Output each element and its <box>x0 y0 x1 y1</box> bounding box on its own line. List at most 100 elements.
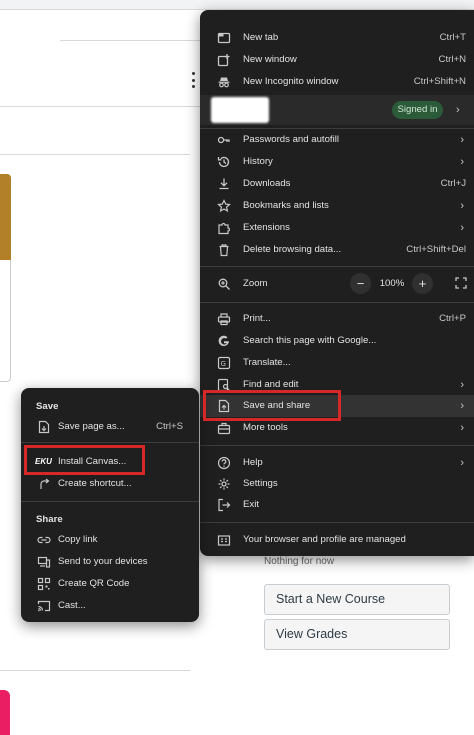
more-options-icon[interactable] <box>190 72 196 88</box>
menu-item-label: New window <box>243 54 297 65</box>
exit-icon <box>217 498 231 512</box>
shortcut-icon <box>37 477 51 491</box>
menu-item-label: Your browser and profile are managed <box>243 534 406 545</box>
zoom-icon <box>217 277 231 291</box>
shortcut-text: Ctrl+T <box>439 32 466 43</box>
menu-item-label: Exit <box>243 499 259 510</box>
menu-item-label: Create QR Code <box>58 578 130 589</box>
menu-item-history[interactable]: History › <box>200 151 474 173</box>
menu-item-save-and-share[interactable]: Save and share › <box>200 395 474 417</box>
zoom-out-button[interactable]: − <box>350 273 371 294</box>
shortcut-text: Ctrl+J <box>440 178 466 189</box>
shortcut-text: Ctrl+P <box>439 313 466 324</box>
new-tab-icon <box>217 31 231 45</box>
chevron-right-icon: › <box>460 222 464 234</box>
submenu-item-save-page[interactable]: Save page as... Ctrl+S <box>21 416 199 438</box>
chevron-right-icon: › <box>460 200 464 212</box>
menu-item-label: Copy link <box>58 534 98 545</box>
menu-item-passwords[interactable]: Passwords and autofill › <box>200 129 474 151</box>
menu-item-more-tools[interactable]: More tools › <box>200 417 474 439</box>
menu-item-label: Create shortcut... <box>58 478 132 489</box>
course-card-color <box>0 690 10 735</box>
menu-item-label: Save page as... <box>58 421 125 432</box>
chevron-right-icon: › <box>460 156 464 168</box>
submenu-item-install-canvas[interactable]: EKU Install Canvas... <box>21 451 199 473</box>
menu-item-new-window[interactable]: New window Ctrl+N <box>200 49 474 71</box>
menu-item-exit[interactable]: Exit <box>200 494 474 516</box>
menu-item-extensions[interactable]: Extensions › <box>200 217 474 239</box>
menu-item-bookmarks[interactable]: Bookmarks and lists › <box>200 195 474 217</box>
section-heading-save: Save <box>36 401 59 412</box>
print-icon <box>217 312 231 326</box>
chevron-right-icon: › <box>456 104 460 116</box>
menu-item-label: Settings <box>243 478 278 489</box>
menu-item-delete-browsing-data[interactable]: Delete browsing data... Ctrl+Shift+Del <box>200 239 474 261</box>
shortcut-text: Ctrl+Shift+Del <box>406 244 466 255</box>
download-icon <box>217 177 231 191</box>
new-window-icon <box>217 53 231 67</box>
key-icon <box>217 133 231 147</box>
menu-item-help[interactable]: Help › <box>200 452 474 474</box>
translate-icon: G <box>217 356 231 370</box>
menu-item-label: Passwords and autofill <box>243 134 339 145</box>
menu-item-label: Bookmarks and lists <box>243 200 329 211</box>
menu-item-label: Install Canvas... <box>58 456 127 467</box>
chevron-right-icon: › <box>460 400 464 412</box>
menu-item-label: New Incognito window <box>243 76 339 87</box>
zoom-level: 100% <box>379 278 405 289</box>
save-share-icon <box>217 399 231 413</box>
send-devices-icon <box>37 555 51 569</box>
menu-item-label: History <box>243 156 273 167</box>
divider <box>0 154 190 155</box>
signed-in-badge: Signed in <box>392 101 443 119</box>
nothing-for-now-text: Nothing for now <box>264 556 335 567</box>
submenu-item-qr-code[interactable]: Create QR Code <box>21 573 199 595</box>
save-and-share-submenu: Save Save page as... Ctrl+S EKU Install … <box>21 388 199 622</box>
menu-item-label: Delete browsing data... <box>243 244 342 255</box>
start-new-course-button[interactable]: Start a New Course <box>264 584 450 615</box>
submenu-item-copy-link[interactable]: Copy link <box>21 529 199 551</box>
menu-item-search-google[interactable]: Search this page with Google... <box>200 330 474 352</box>
browser-top-strip <box>0 0 474 10</box>
trash-icon <box>217 243 231 257</box>
menu-item-label: Find and edit <box>243 379 299 390</box>
menu-item-find-edit[interactable]: Find and edit › <box>200 374 474 396</box>
submenu-item-create-shortcut[interactable]: Create shortcut... <box>21 473 199 495</box>
menu-separator <box>200 522 474 523</box>
menu-item-new-tab[interactable]: New tab Ctrl+T <box>200 27 474 49</box>
menu-item-settings[interactable]: Settings <box>200 473 474 495</box>
menu-separator <box>200 302 474 303</box>
chevron-right-icon: › <box>460 422 464 434</box>
menu-item-managed[interactable]: Your browser and profile are managed <box>200 529 474 551</box>
course-card-color <box>0 174 11 260</box>
chrome-main-menu-body: Passwords and autofill › History › Downl… <box>200 125 474 556</box>
menu-item-label: Help <box>243 457 263 468</box>
fullscreen-icon[interactable] <box>455 277 467 289</box>
incognito-icon <box>217 75 231 89</box>
menu-item-translate[interactable]: G Translate... <box>200 352 474 374</box>
divider <box>0 670 190 671</box>
menu-item-label: More tools <box>243 422 288 433</box>
save-page-icon <box>37 420 51 434</box>
chevron-right-icon: › <box>460 379 464 391</box>
menu-item-label: Downloads <box>243 178 291 189</box>
shortcut-text: Ctrl+Shift+N <box>413 76 466 87</box>
menu-item-label: New tab <box>243 32 279 43</box>
menu-item-print[interactable]: Print... Ctrl+P <box>200 308 474 330</box>
chevron-right-icon: › <box>460 457 464 469</box>
view-grades-button[interactable]: View Grades <box>264 619 450 650</box>
menu-item-new-incognito[interactable]: New Incognito window Ctrl+Shift+N <box>200 71 474 93</box>
menu-item-downloads[interactable]: Downloads Ctrl+J <box>200 173 474 195</box>
menu-separator <box>200 266 474 267</box>
avatar <box>211 97 269 123</box>
menu-item-label: Extensions <box>243 222 290 233</box>
settings-icon <box>217 477 231 491</box>
menu-item-label: Cast... <box>58 600 86 611</box>
menu-separator <box>200 445 474 446</box>
menu-item-label: Save and share <box>243 400 311 411</box>
submenu-item-send-devices[interactable]: Send to your devices <box>21 551 199 573</box>
zoom-in-button[interactable]: + <box>412 273 433 294</box>
managed-icon <box>217 533 231 547</box>
submenu-item-cast[interactable]: Cast... <box>21 595 199 617</box>
find-icon <box>217 378 231 392</box>
